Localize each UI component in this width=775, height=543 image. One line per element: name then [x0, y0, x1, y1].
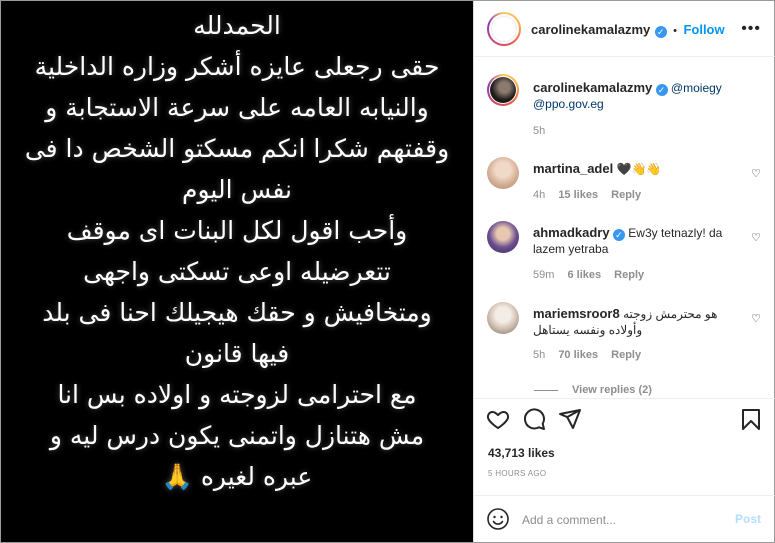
comment-text: ahmadkadry ✓ Ew3y tetnazly! da lazem yet…	[533, 225, 733, 257]
follow-button[interactable]: Follow	[683, 22, 724, 37]
more-options-icon[interactable]: •••	[741, 20, 761, 38]
post-header: carolinekamalazmy ✓ • Follow •••	[474, 1, 775, 57]
mention-link[interactable]: @ppo.gov.eg	[533, 97, 604, 111]
heart-icon[interactable]	[486, 407, 510, 431]
post-image[interactable]: الحمدلله حقى رجعلى عايزه أشكر وزاره الدا…	[1, 1, 473, 542]
comment-username[interactable]: mariemsroor8	[533, 306, 620, 321]
comment-meta: 59m 6 likes Reply	[533, 269, 644, 281]
avatar-photo	[491, 16, 517, 42]
praying-hands-emoji: 🙏	[161, 462, 193, 491]
caption-text: carolinekamalazmy ✓ @moiegy @ppo.gov.eg	[533, 80, 758, 112]
view-replies-button[interactable]: View replies (2)	[534, 384, 652, 396]
comment-avatar[interactable]	[487, 221, 519, 253]
verified-badge-icon: ✓	[612, 229, 625, 241]
heart-icon[interactable]: ♡	[751, 167, 761, 180]
caption-avatar[interactable]	[487, 74, 519, 106]
story-line: وأحب اقول لكل البنات اى موقف	[66, 216, 408, 245]
story-line: ومتخافيش و حقك هيجيلك احنا فى بلد	[42, 298, 432, 327]
comment-time: 4h	[533, 189, 546, 201]
header-avatar[interactable]	[487, 12, 521, 46]
story-line: الحمدلله	[193, 11, 281, 40]
post-side-panel: carolinekamalazmy ✓ • Follow ••• carolin…	[473, 1, 775, 542]
reply-button[interactable]: Reply	[614, 269, 644, 281]
story-line: تتعرضيله اوعى تسكتى واجهى	[83, 257, 391, 286]
header-line: carolinekamalazmy ✓ • Follow	[531, 21, 725, 39]
post-actions: 43,713 likes 5 HOURS AGO Post	[474, 398, 775, 542]
verified-badge-icon: ✓	[654, 26, 667, 38]
bookmark-icon[interactable]	[739, 407, 763, 431]
caption-time: 5h	[533, 125, 546, 137]
comment-body: 🖤👋👋	[616, 162, 662, 176]
header-separator: •	[673, 25, 677, 37]
emoji-icon[interactable]	[486, 507, 510, 531]
story-line: حقى رجعلى عايزه أشكر وزاره الداخلية	[34, 52, 440, 81]
avatar-photo	[490, 77, 516, 103]
add-comment-bar: Post	[474, 495, 775, 543]
story-line-text: عبره لغيره	[200, 462, 313, 491]
share-icon[interactable]	[558, 407, 582, 431]
story-line-last: عبره لغيره 🙏	[1, 456, 473, 497]
verified-badge-icon: ✓	[655, 84, 668, 96]
likes-count[interactable]: 43,713 likes	[488, 446, 555, 460]
comment-avatar[interactable]	[487, 157, 519, 189]
comment-likes[interactable]: 15 likes	[558, 189, 598, 201]
heart-icon[interactable]: ♡	[751, 231, 761, 244]
comment-time: 59m	[533, 269, 555, 281]
view-replies-label: View replies (2)	[572, 384, 652, 396]
story-text: الحمدلله حقى رجعلى عايزه أشكر وزاره الدا…	[1, 5, 473, 497]
header-username[interactable]: carolinekamalazmy	[531, 22, 650, 37]
comment-meta: 4h 15 likes Reply	[533, 189, 641, 201]
comment-time: 5h	[533, 349, 546, 361]
heart-icon[interactable]: ♡	[751, 312, 761, 325]
comment-meta: 5h 70 likes Reply	[533, 349, 641, 361]
post-time: 5 HOURS AGO	[488, 469, 547, 478]
mention-link[interactable]: @moiegy	[671, 81, 722, 95]
story-line: فيها قانون	[184, 339, 290, 368]
story-line: مع احترامى لزوجته و اولاده بس انا	[57, 380, 417, 409]
comment-username[interactable]: martina_adel	[533, 161, 613, 176]
comment-text: mariemsroor8 هو محترمش زوجته وأولاده ونف…	[533, 306, 733, 338]
comment-input[interactable]	[522, 511, 722, 529]
reply-button[interactable]: Reply	[611, 349, 641, 361]
reply-button[interactable]: Reply	[611, 189, 641, 201]
comments-list: carolinekamalazmy ✓ @moiegy @ppo.gov.eg …	[474, 58, 775, 398]
story-line: والنيابه العامه على سرعة الاستجابة و	[45, 93, 429, 122]
story-line: وقفتهم شكرا انكم مسكتو الشخص دا فى	[24, 134, 450, 163]
caption-username[interactable]: carolinekamalazmy	[533, 80, 652, 95]
comment-username[interactable]: ahmadkadry	[533, 225, 610, 240]
comment-avatar[interactable]	[487, 302, 519, 334]
post-comment-button[interactable]: Post	[735, 512, 761, 526]
comment-likes[interactable]: 6 likes	[567, 269, 601, 281]
story-line: نفس اليوم	[182, 175, 292, 204]
comment-text: martina_adel 🖤👋👋	[533, 161, 733, 177]
comment-likes[interactable]: 70 likes	[558, 349, 598, 361]
story-line: مش هتنازل واتمنى يكون درس ليه و	[49, 421, 425, 450]
comment-icon[interactable]	[522, 407, 546, 431]
replies-dash	[534, 389, 558, 391]
